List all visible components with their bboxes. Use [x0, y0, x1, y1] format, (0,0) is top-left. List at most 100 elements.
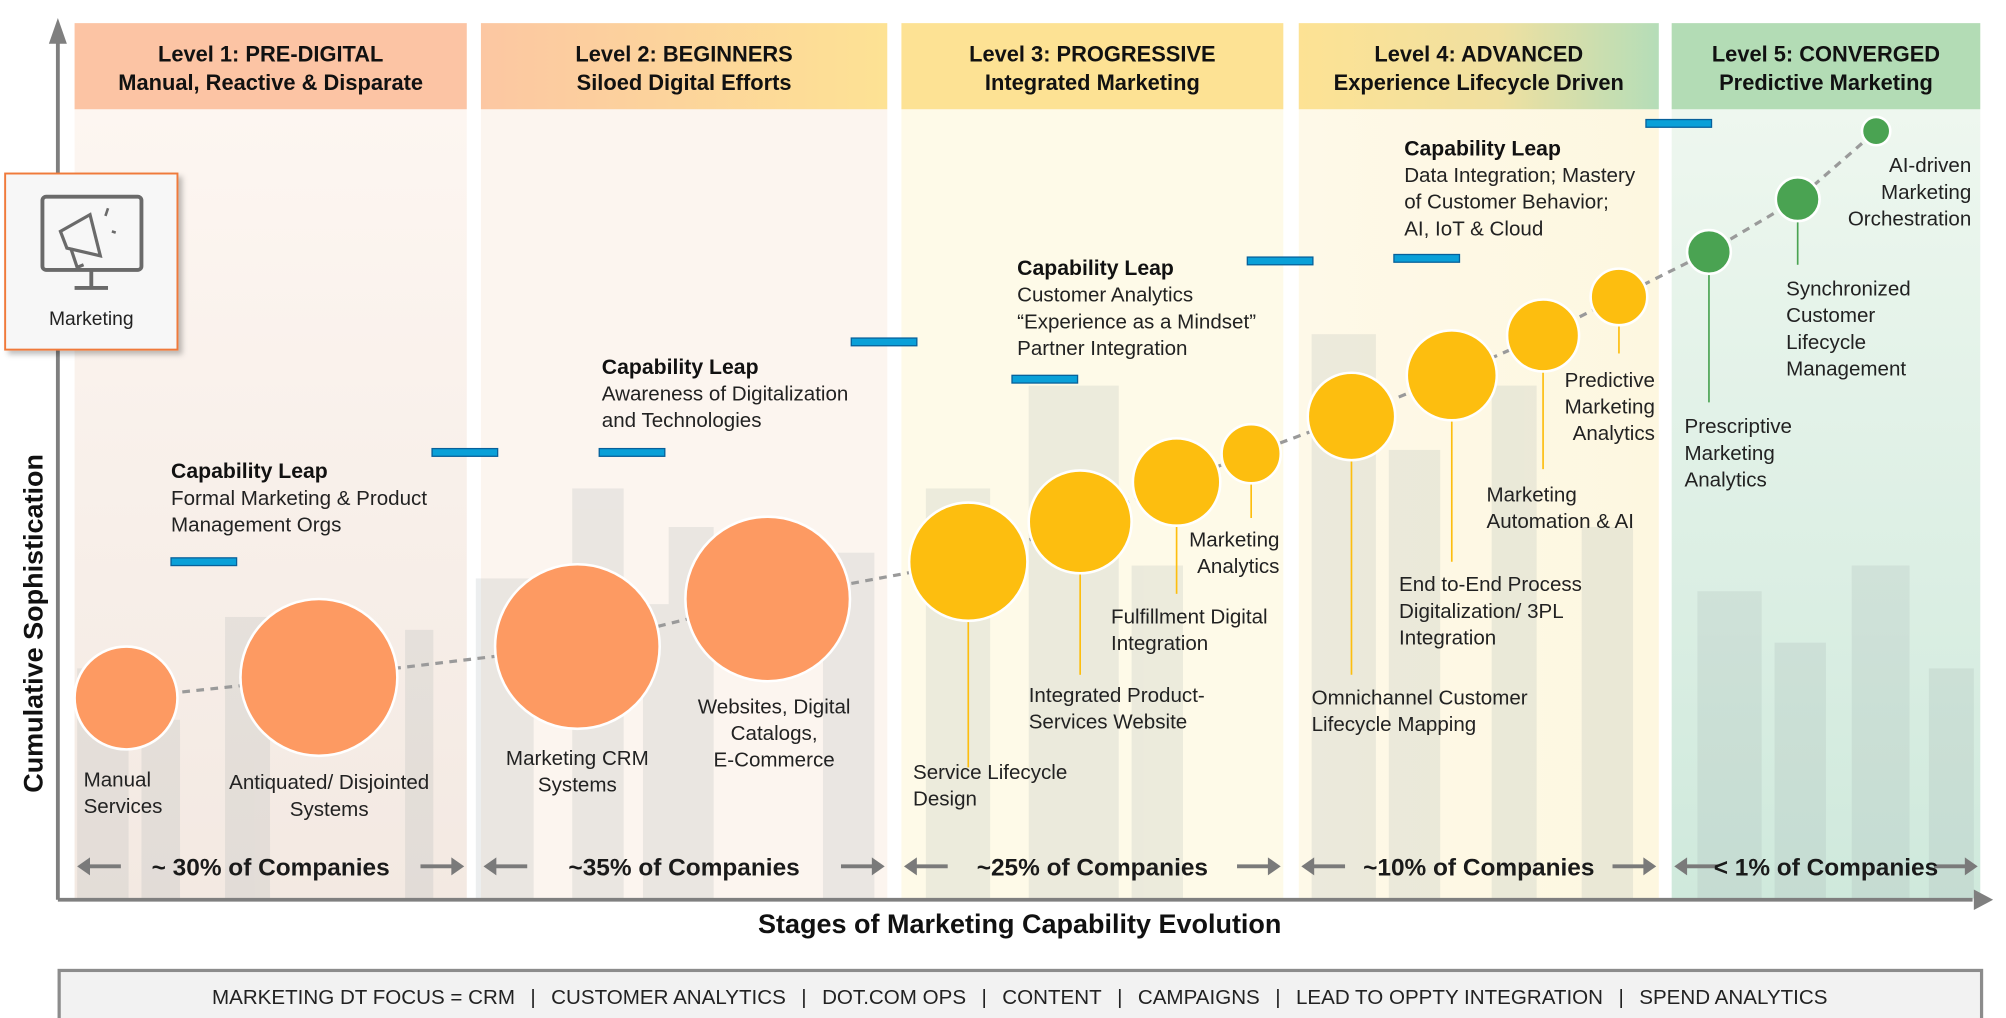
- focus-bar: MARKETING DT FOCUS = CRM | CUSTOMER ANALYT…: [57, 968, 1984, 1018]
- capability-leap-line: AI, IoT & Cloud: [1404, 217, 1543, 240]
- capability-leap-title: Capability Leap: [171, 460, 328, 483]
- milestone-label-line: Predictive: [1565, 369, 1655, 392]
- focus-item: LEAD TO OPPTY INTEGRATION: [1296, 986, 1603, 1009]
- milestone-label-line: Omnichannel Customer: [1312, 686, 1528, 709]
- capability-leap-line: “Experience as a Mindset”: [1017, 310, 1256, 333]
- focus-bar-text: MARKETING DT FOCUS = CRM | CUSTOMER ANALYT…: [212, 986, 1827, 1009]
- milestone-label-line: Analytics: [1197, 555, 1279, 578]
- milestone-label-line: Prescriptive: [1685, 415, 1792, 438]
- milestone-label-line: End to-End Process: [1399, 573, 1582, 596]
- milestone-label-line: Marketing CRM: [506, 747, 649, 770]
- leap-marker-bar: [1011, 374, 1079, 384]
- milestone-bubble: [1306, 371, 1397, 462]
- milestone-label-line: Analytics: [1573, 422, 1655, 445]
- milestone-label-line: Marketing: [1189, 528, 1279, 551]
- milestone-label-line: Manual: [84, 769, 151, 792]
- milestone-label-line: Lifecycle: [1786, 331, 1866, 354]
- focus-item: CAMPAIGNS: [1138, 986, 1260, 1009]
- milestone-label-line: Synchronized: [1786, 278, 1911, 301]
- milestone-label-line: Marketing: [1685, 442, 1775, 465]
- milestone-label-line: Services: [84, 795, 163, 818]
- level-headers: Level 1: PRE-DIGITAL Manual, Reactive & D…: [74, 23, 1981, 110]
- milestone-label-line: Services Website: [1029, 710, 1188, 733]
- capability-leap-line: Management Orgs: [171, 513, 341, 536]
- leap-marker-bar: [598, 447, 666, 457]
- milestone-bubble: [1220, 422, 1283, 485]
- milestone-label-line: Integration: [1399, 626, 1496, 649]
- capability-leap-line: Formal Marketing & Product: [171, 487, 427, 510]
- y-axis: [48, 17, 67, 900]
- milestone-bubble: [1774, 176, 1821, 223]
- skyline-building: [405, 629, 434, 900]
- level-subtitle: Integrated Marketing: [985, 70, 1200, 95]
- milestone-label-line: Systems: [538, 773, 617, 796]
- milestone-bubble: [907, 501, 1029, 623]
- company-share-5: < 1% of Companies: [1674, 854, 1978, 881]
- skyline-building: [1388, 449, 1441, 900]
- leap-marker-bar: [1645, 118, 1713, 128]
- leap-marker-bar: [1393, 253, 1461, 263]
- milestone-bubble: [1505, 298, 1581, 373]
- milestone-label-line: Marketing: [1486, 483, 1576, 506]
- company-share-label: ~25% of Companies: [977, 854, 1208, 881]
- milestone-bubble: [1027, 469, 1133, 575]
- milestone-label-line: Analytics: [1685, 468, 1767, 491]
- capability-leap-line: of Customer Behavior;: [1404, 191, 1609, 214]
- milestone-bubble: [1685, 228, 1733, 276]
- focus-separator: |: [530, 986, 535, 1009]
- focus-item: SPEND ANALYTICS: [1639, 986, 1827, 1009]
- level-title: Level 5: CONVERGED: [1712, 42, 1940, 67]
- marketing-card-label: Marketing: [49, 309, 134, 330]
- focus-separator: |: [981, 986, 986, 1009]
- focus-separator: |: [801, 986, 806, 1009]
- level-title: Level 3: PROGRESSIVE: [969, 42, 1215, 67]
- y-axis-arrow-icon: [48, 17, 67, 44]
- capability-leap-line: Partner Integration: [1017, 337, 1187, 360]
- milestone-label-line: Antiquated/ Disjointed: [229, 771, 429, 794]
- x-axis-label: Stages of Marketing Capability Evolution: [758, 909, 1281, 939]
- milestone-label-line: E-Commerce: [714, 749, 835, 772]
- focus-item: CUSTOMER ANALYTICS: [551, 986, 786, 1009]
- milestone-label-line: Catalogs,: [731, 722, 818, 745]
- level-subtitle: Experience Lifecycle Driven: [1334, 70, 1624, 95]
- milestone-label-line: Management: [1786, 357, 1906, 380]
- milestone-bubble: [1589, 267, 1649, 327]
- capability-leap-line: and Technologies: [602, 409, 762, 432]
- milestone-label-line: Integrated Product-: [1029, 684, 1205, 707]
- company-share-label: < 1% of Companies: [1714, 854, 1939, 881]
- skyline-building: [1851, 565, 1910, 900]
- capability-leap-line: Customer Analytics: [1017, 284, 1193, 307]
- milestone-label-line: Lifecycle Mapping: [1312, 713, 1477, 736]
- milestone-label-line: Systems: [290, 798, 369, 821]
- y-axis-label: Cumulative Sophistication: [18, 454, 48, 793]
- capability-leap-line: Data Integration; Mastery: [1404, 164, 1636, 187]
- focus-item: DOT.COM OPS: [822, 986, 966, 1009]
- capability-leap-title: Capability Leap: [1017, 257, 1174, 280]
- level-title: Level 4: ADVANCED: [1374, 42, 1583, 67]
- skyline-building: [1028, 385, 1119, 900]
- level-subtitle: Predictive Marketing: [1719, 70, 1933, 95]
- level-title: Level 2: BEGINNERS: [575, 42, 792, 67]
- level-subtitle: Siloed Digital Efforts: [577, 70, 792, 95]
- leap-marker-bar: [170, 557, 238, 567]
- leap-marker-bar: [1246, 256, 1314, 266]
- milestone-bubble: [239, 597, 399, 758]
- focus-separator: |: [1618, 986, 1623, 1009]
- milestone-label-line: Service Lifecycle: [913, 761, 1067, 784]
- focus-item: CONTENT: [1002, 986, 1102, 1009]
- milestone-bubble: [73, 645, 179, 751]
- milestone-bubble: [1405, 329, 1499, 422]
- skyline-building: [1581, 526, 1634, 900]
- milestone-label-line: Integration: [1111, 632, 1208, 655]
- focus-separator: |: [1275, 986, 1280, 1009]
- capability-leap-title: Capability Leap: [1404, 138, 1561, 161]
- marketing-maturity-diagram: Level 1: PRE-DIGITAL Manual, Reactive & D…: [4, 17, 1994, 1018]
- milestone-label-line: Websites, Digital: [698, 695, 851, 718]
- milestone-label-line: Orchestration: [1848, 207, 1971, 230]
- milestone-label-line: Marketing: [1565, 396, 1655, 419]
- milestone-label-line: Customer: [1786, 304, 1875, 327]
- level-subtitle: Manual, Reactive & Disparate: [118, 70, 423, 95]
- skyline-building: [1491, 385, 1537, 900]
- company-share-label: ~35% of Companies: [568, 854, 799, 881]
- leap-marker-bar: [431, 447, 499, 457]
